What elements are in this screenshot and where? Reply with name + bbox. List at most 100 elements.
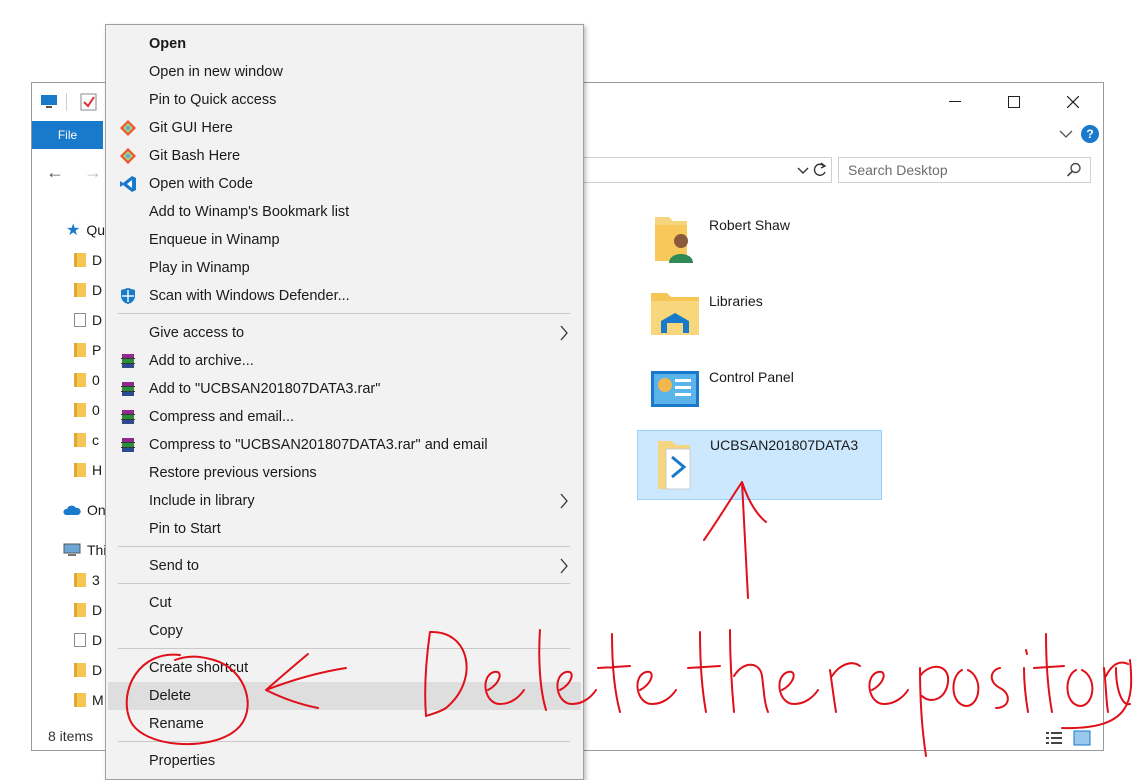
menu-item-create-shortcut[interactable]: Create shortcut [108,654,581,682]
nav-item-3d-objects[interactable]: 3 [74,568,100,592]
pictures-folder-icon [74,343,86,357]
properties-checkmark-icon[interactable] [80,93,98,111]
menu-item-restore-previous-versions[interactable]: Restore previous versions [108,459,581,487]
menu-separator [118,546,570,547]
help-icon[interactable]: ? [1081,125,1099,143]
git-icon [120,148,136,164]
folder-icon [74,433,86,447]
nav-item-folder[interactable]: H [74,458,102,482]
menu-item-properties[interactable]: Properties [108,747,581,775]
context-menu: Open Open in new window Pin to Quick acc… [105,24,584,780]
file-tab[interactable]: File [32,121,103,149]
refresh-icon[interactable] [812,161,828,179]
search-placeholder: Search Desktop [848,162,948,178]
address-dropdown-chevron-icon[interactable] [797,164,809,178]
winrar-icon [121,410,135,424]
onedrive-cloud-icon [63,505,81,515]
search-input[interactable]: Search Desktop [838,157,1091,183]
downloads-folder-icon [74,253,86,267]
nav-item-downloads[interactable]: D [74,248,102,272]
music-folder-icon [74,693,86,707]
minimize-button[interactable] [940,91,970,113]
menu-item-delete[interactable]: Delete [108,682,581,710]
menu-item-add-to-archive[interactable]: Add to archive... [108,347,581,375]
menu-item-include-in-library[interactable]: Include in library [108,487,581,515]
vscode-icon [120,176,136,192]
nav-item-folder[interactable]: c [74,428,99,452]
nav-item-onedrive[interactable]: On [63,498,106,522]
content-item-robert-shaw[interactable]: Robert Shaw [637,211,881,281]
details-view-icon[interactable] [1045,730,1063,746]
status-bar-item-count: 8 items [48,728,94,744]
winrar-icon [121,382,135,396]
documents-folder-icon [74,633,86,647]
close-button[interactable] [1058,91,1088,113]
submenu-arrow-icon [560,493,568,509]
search-icon[interactable] [1066,162,1082,178]
menu-item-git-bash-here[interactable]: Git Bash Here [108,142,581,170]
menu-item-cut[interactable]: Cut [108,589,581,617]
back-arrow-icon[interactable]: ← [46,162,64,183]
nav-item-documents[interactable]: D [74,628,102,652]
this-pc-icon [63,543,81,556]
star-icon: ★ [66,222,81,239]
menu-separator [118,648,570,649]
computer-icon[interactable] [41,95,57,109]
menu-item-give-access-to[interactable]: Give access to [108,319,581,347]
menu-item-git-gui-here[interactable]: Git GUI Here [108,114,581,142]
menu-item-open-in-new-window[interactable]: Open in new window [108,58,581,86]
content-item-ucbsan201807data3[interactable]: UCBSAN201807DATA3 [637,430,882,500]
nav-item-folder[interactable]: 0 [74,398,100,422]
address-bar[interactable] [572,157,832,183]
nav-item-this-pc[interactable]: Thi [63,538,106,562]
content-item-libraries[interactable]: Libraries [637,287,881,357]
nav-item-pictures[interactable]: P [74,338,101,362]
menu-separator [118,741,570,742]
nav-item-folder[interactable]: 0 [74,368,100,392]
folder-icon [74,373,86,387]
submenu-arrow-icon [560,325,568,341]
windows-defender-icon [121,288,135,304]
folder-icon [74,403,86,417]
menu-item-pin-to-quick-access[interactable]: Pin to Quick access [108,86,581,114]
nav-item-desktop[interactable]: D [74,278,102,302]
documents-folder-icon [74,313,86,327]
control-panel-icon [651,371,699,407]
menu-item-copy[interactable]: Copy [108,617,581,645]
menu-item-pin-to-start[interactable]: Pin to Start [108,515,581,543]
menu-item-rename[interactable]: Rename [108,710,581,738]
menu-item-add-to-rar[interactable]: Add to "UCBSAN201807DATA3.rar" [108,375,581,403]
winrar-icon [121,438,135,452]
menu-item-play-in-winamp[interactable]: Play in Winamp [108,254,581,282]
content-item-control-panel[interactable]: Control Panel [637,363,881,433]
downloads-folder-icon [74,663,86,677]
menu-separator [118,313,570,314]
menu-separator [118,583,570,584]
libraries-icon [651,293,699,335]
desktop-folder-icon [74,283,86,297]
menu-item-compress-to-rar-and-email[interactable]: Compress to "UCBSAN201807DATA3.rar" and … [108,431,581,459]
folder-icon [74,463,86,477]
nav-item-quick-access[interactable]: ★ Qu [66,218,105,242]
nav-item-music[interactable]: M [74,688,104,712]
menu-item-scan-with-windows-defender[interactable]: Scan with Windows Defender... [108,282,581,310]
nav-item-documents[interactable]: D [74,308,102,332]
maximize-button[interactable] [999,91,1029,113]
nav-item-downloads[interactable]: D [74,658,102,682]
menu-item-open[interactable]: Open [108,30,581,58]
menu-item-compress-and-email[interactable]: Compress and email... [108,403,581,431]
expand-ribbon-chevron-icon[interactable] [1059,127,1073,141]
git-icon [120,120,136,136]
desktop-folder-icon [74,603,86,617]
vscode-folder-icon [658,441,691,490]
menu-item-open-with-code[interactable]: Open with Code [108,170,581,198]
menu-item-enqueue-in-winamp[interactable]: Enqueue in Winamp [108,226,581,254]
user-folder-icon [655,217,693,263]
menu-item-send-to[interactable]: Send to [108,552,581,580]
winrar-icon [121,354,135,368]
large-icons-view-icon[interactable] [1073,730,1091,746]
submenu-arrow-icon [560,558,568,574]
forward-arrow-icon[interactable]: → [84,162,102,183]
menu-item-add-to-winamp-bookmark-list[interactable]: Add to Winamp's Bookmark list [108,198,581,226]
nav-item-desktop[interactable]: D [74,598,102,622]
